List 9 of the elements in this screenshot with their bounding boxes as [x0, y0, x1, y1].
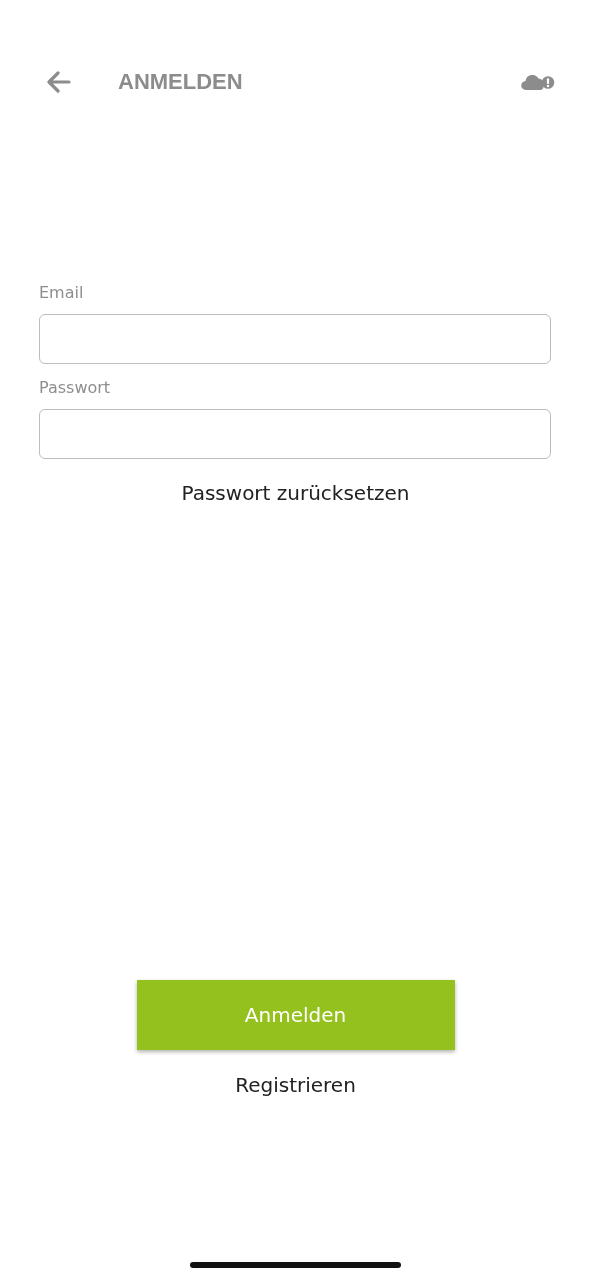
register-link[interactable]: Registrieren — [235, 1072, 356, 1098]
field-label: Email — [39, 282, 85, 304]
cloud-warning-icon[interactable] — [521, 72, 555, 92]
back-button[interactable] — [47, 71, 71, 93]
input-field[interactable] — [39, 314, 551, 364]
input-field[interactable] — [39, 409, 551, 459]
field-label: Passwort — [39, 377, 112, 399]
reset-password-link[interactable]: Passwort zurücksetzen — [181, 480, 410, 506]
page-title: ANMELDEN — [118, 69, 243, 95]
